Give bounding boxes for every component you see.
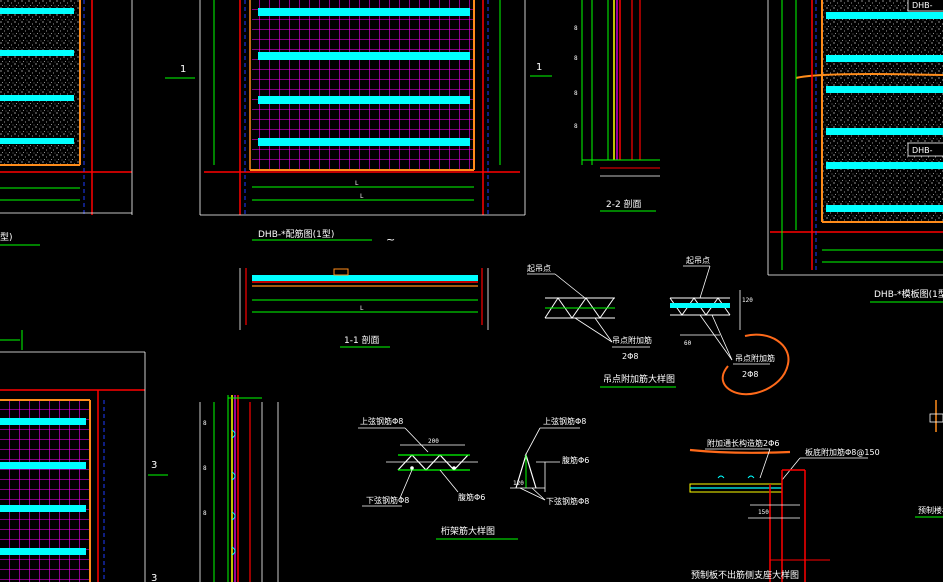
support-right-cut: 预制楼板 <box>918 505 943 515</box>
support-detail: 附加通长构造筋2Φ6 板底附加筋Φ8@150 150 预制板不出筋侧支座大样图 … <box>689 400 943 582</box>
hook-label-right: 起吊点 <box>686 256 710 265</box>
svg-text:~: ~ <box>386 233 395 246</box>
cad-drawing: L L 8 8 8 8 2-2 剖面 DHB- DHB- DHB-*模板图(1型… <box>0 0 943 582</box>
section-1-1-title: 1-1 剖面 <box>344 334 380 346</box>
section-2-2-title: 2-2 剖面 <box>606 198 642 210</box>
svg-text:200: 200 <box>428 438 439 445</box>
annotation-underline <box>689 448 791 454</box>
svg-text:8: 8 <box>574 25 578 32</box>
svg-text:120: 120 <box>742 297 753 304</box>
svg-text:60: 60 <box>684 340 692 347</box>
truss-detail-title: 桁架筋大样图 <box>441 525 495 537</box>
plan-left-partial <box>0 0 195 246</box>
svg-text:8: 8 <box>203 465 207 472</box>
truss-bottom-bar: 下弦钢筋Φ8 <box>366 495 409 505</box>
cad-drawing-canvas[interactable]: L L 8 8 8 8 2-2 剖面 DHB- DHB- DHB-*模板图(1型… <box>0 0 943 582</box>
svg-text:8: 8 <box>574 90 578 97</box>
section-2-2: 8 8 8 8 2-2 剖面 <box>574 0 660 212</box>
svg-text:120: 120 <box>513 480 524 487</box>
support-detail-title: 预制板不出筋侧支座大样图 <box>691 569 799 581</box>
hook-detail-title: 吊点附加筋大样图 <box>603 373 675 385</box>
truss-detail: 上弦钢筋Φ8 200 下弦钢筋Φ8 腹筋Φ6 上弦钢筋Φ8 120 腹筋Φ6 下… <box>358 416 589 540</box>
section-mark-3-top: 3 <box>151 460 157 471</box>
hook-rebar-right: 吊点附加筋 <box>735 353 775 363</box>
support-label-2: 板底附加筋Φ8@150 <box>805 447 880 457</box>
svg-text:150: 150 <box>758 509 769 516</box>
section-3-3: 8 8 8 <box>199 395 279 582</box>
plan-mark-left: 1 <box>180 64 186 75</box>
annotation-circle <box>721 333 790 396</box>
right-panel-label-top: DHB- <box>912 1 933 10</box>
plan-bottom-left: 3 3 <box>0 330 168 582</box>
plan-dim-main: L <box>355 180 359 187</box>
plan-right-template: DHB- DHB- DHB-*模板图(1型 <box>767 0 943 303</box>
section-1-1-dim: L <box>360 305 364 312</box>
plan-dim-main-2: L <box>360 193 364 200</box>
hook-rebar-left-sub: 2Φ8 <box>622 352 638 361</box>
section-1-1: L 1-1 剖面 <box>239 268 489 348</box>
truss-top-bar: 上弦钢筋Φ8 <box>360 416 403 426</box>
plan-title-left: 型) <box>0 232 13 243</box>
svg-text:8: 8 <box>203 510 207 517</box>
svg-text:8: 8 <box>203 420 207 427</box>
hook-label-left: 起吊点 <box>527 264 551 273</box>
hook-rebar-right-sub: 2Φ8 <box>742 370 758 379</box>
plan-title-center: DHB-*配筋图(1型) <box>258 228 334 240</box>
support-label-1: 附加通长构造筋2Φ6 <box>707 438 779 448</box>
hand-annotation <box>689 333 791 454</box>
hook-rebar-detail: 起吊点 吊点附加筋 2Φ8 起吊点 120 60 吊点附加筋 2Φ8 吊点附加筋… <box>527 256 775 388</box>
svg-text:8: 8 <box>574 123 578 130</box>
truss-top-bar-2: 上弦钢筋Φ8 <box>543 416 586 426</box>
right-panel-label-mid: DHB- <box>912 146 933 155</box>
truss-web-bar: 腹筋Φ6 <box>458 492 485 502</box>
truss-bottom-bar-2: 下弦钢筋Φ8 <box>546 496 589 506</box>
plan-rebar-grid: L L <box>199 0 552 241</box>
plan-title-right: DHB-*模板图(1型 <box>874 288 943 300</box>
hook-rebar-left: 吊点附加筋 <box>612 335 652 345</box>
svg-text:8: 8 <box>574 55 578 62</box>
section-mark-3-bottom: 3 <box>151 573 157 582</box>
truss-web-bar-2: 腹筋Φ6 <box>562 455 589 465</box>
plan-mark-right: 1 <box>536 62 542 73</box>
